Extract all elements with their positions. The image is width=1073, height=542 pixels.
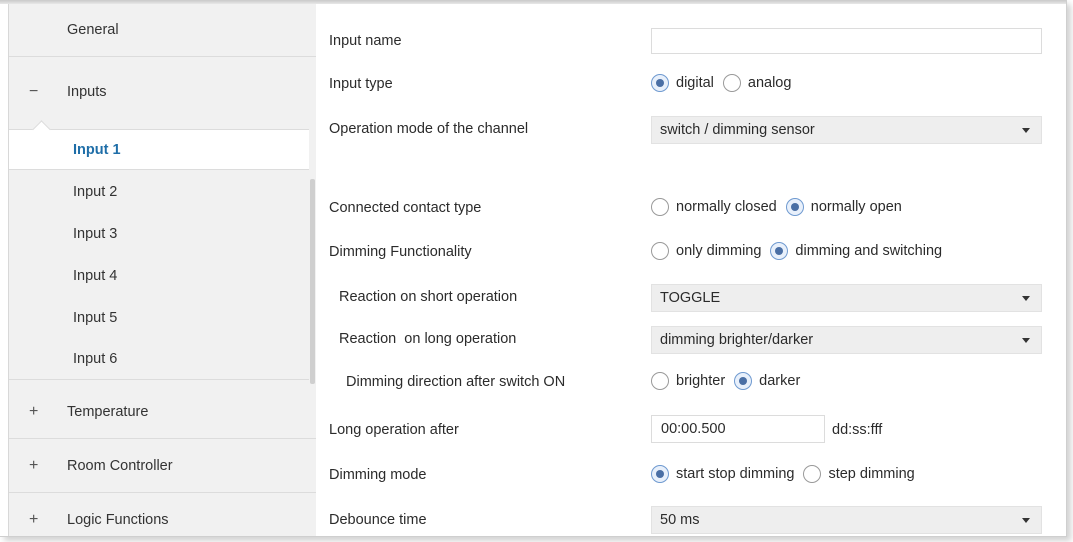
expand-icon: + [29, 510, 39, 528]
sidebar-item-input-2[interactable]: Input 2 [9, 171, 316, 212]
operation-mode-select[interactable]: switch / dimming sensor [651, 116, 1042, 144]
input-value: 00:00.500 [661, 421, 726, 437]
select-value: switch / dimming sensor [660, 122, 815, 138]
radio-brighter[interactable]: brighter [651, 372, 725, 390]
sidebar-scrollbar-thumb[interactable] [310, 179, 315, 384]
dimming-mode-label: Dimming mode [329, 467, 427, 483]
short-reaction-select[interactable]: TOGGLE [651, 284, 1042, 312]
radio-step-dimming[interactable]: step dimming [803, 465, 915, 483]
select-value: 50 ms [660, 512, 700, 528]
sidebar-item-label: Input 5 [73, 309, 118, 326]
radio-unselected-icon [651, 198, 669, 216]
radio-unselected-icon [651, 242, 669, 260]
input-name-field[interactable] [651, 28, 1042, 54]
select-value: dimming brighter/darker [660, 332, 814, 348]
sidebar-item-label: Input 1 [73, 141, 121, 158]
sidebar-item-logic-functions[interactable]: + Logic Functions [9, 493, 316, 536]
chevron-down-icon [1022, 518, 1030, 523]
sidebar-item-label: Logic Functions [67, 511, 169, 528]
radio-only-dimming[interactable]: only dimming [651, 242, 761, 260]
dimming-direction-radio-group: brighter darker [651, 372, 809, 390]
sidebar-item-general[interactable]: General [9, 4, 316, 57]
radio-selected-icon [651, 74, 669, 92]
radio-label: analog [747, 75, 792, 91]
parameter-panel: Input name Input type digital analog Ope… [316, 0, 1066, 536]
sidebar-item-label: Input 3 [73, 225, 118, 242]
radio-label: darker [759, 373, 801, 389]
sidebar-item-input-1[interactable]: Input 1 [9, 120, 316, 170]
sidebar-item-input-5[interactable]: Input 5 [9, 297, 316, 338]
sidebar-item-input-4[interactable]: Input 4 [9, 255, 316, 296]
sidebar-item-label: Temperature [67, 404, 149, 420]
contact-type-label: Connected contact type [329, 200, 482, 216]
radio-darker[interactable]: darker [734, 372, 800, 390]
radio-unselected-icon [803, 465, 822, 483]
radio-unselected-icon [722, 74, 741, 92]
sidebar-item-label: Input 6 [73, 351, 118, 367]
expand-icon: + [29, 457, 39, 474]
dimming-direction-label: Dimming direction after switch ON [346, 374, 566, 390]
radio-label: start stop dimming [676, 466, 795, 482]
contact-type-radio-group: normally closed normally open [651, 198, 911, 216]
dimming-functionality-radio-group: only dimming dimming and switching [651, 242, 951, 260]
collapse-icon: − [29, 82, 39, 100]
radio-label: dimming and switching [795, 243, 943, 259]
radio-label: normally closed [676, 199, 777, 215]
sidebar-item-label: Room Controller [67, 458, 173, 474]
chevron-down-icon [1022, 296, 1030, 301]
radio-start-stop-dimming[interactable]: start stop dimming [651, 465, 794, 483]
long-reaction-label: Reaction on long operation [339, 331, 517, 347]
expand-icon: + [29, 403, 39, 420]
selection-notch [32, 120, 51, 139]
radio-label: brighter [676, 373, 726, 389]
time-format-label: dd:ss:fff [832, 422, 883, 438]
sidebar-item-room-controller[interactable]: + Room Controller [9, 440, 316, 493]
sidebar-item-input-6[interactable]: Input 6 [9, 339, 316, 380]
radio-selected-icon [734, 372, 753, 390]
input-type-radio-group: digital analog [651, 74, 800, 92]
radio-selected-icon [770, 242, 789, 260]
sidebar: General − Inputs Input 1 Input 2 Input 3… [8, 4, 316, 536]
dimming-functionality-label: Dimming Functionality [329, 244, 472, 260]
debounce-time-select[interactable]: 50 ms [651, 506, 1042, 534]
dimming-mode-radio-group: start stop dimming step dimming [651, 465, 924, 483]
radio-normally-closed[interactable]: normally closed [651, 198, 777, 216]
sidebar-item-inputs[interactable]: − Inputs [9, 65, 316, 118]
sidebar-item-input-3[interactable]: Input 3 [9, 213, 316, 254]
radio-label: step dimming [828, 466, 915, 482]
chevron-down-icon [1022, 128, 1030, 133]
sidebar-item-temperature[interactable]: + Temperature [9, 386, 316, 439]
radio-selected-icon [785, 198, 804, 216]
input-name-label: Input name [329, 33, 402, 49]
sidebar-item-label: Inputs [67, 83, 107, 100]
sidebar-item-label: Input 4 [73, 267, 118, 284]
radio-label: only dimming [676, 243, 762, 259]
short-reaction-label: Reaction on short operation [339, 289, 518, 305]
long-operation-after-input[interactable]: 00:00.500 [651, 415, 825, 443]
radio-digital[interactable]: digital [651, 74, 714, 92]
chevron-down-icon [1022, 338, 1030, 343]
radio-selected-icon [651, 465, 669, 483]
operation-mode-label: Operation mode of the channel [329, 121, 529, 137]
radio-normally-open[interactable]: normally open [785, 198, 902, 216]
app-window: General − Inputs Input 1 Input 2 Input 3… [0, 0, 1067, 537]
input-type-label: Input type [329, 76, 393, 92]
radio-analog[interactable]: analog [722, 74, 792, 92]
long-operation-after-label: Long operation after [329, 422, 459, 438]
radio-dimming-and-switching[interactable]: dimming and switching [770, 242, 942, 260]
debounce-time-label: Debounce time [329, 512, 427, 528]
radio-label: digital [676, 75, 714, 91]
radio-unselected-icon [651, 372, 669, 390]
sidebar-item-label: General [67, 22, 119, 38]
select-value: TOGGLE [660, 290, 721, 306]
sidebar-item-label: Input 2 [73, 183, 118, 200]
radio-label: normally open [810, 199, 902, 215]
long-reaction-select[interactable]: dimming brighter/darker [651, 326, 1042, 354]
